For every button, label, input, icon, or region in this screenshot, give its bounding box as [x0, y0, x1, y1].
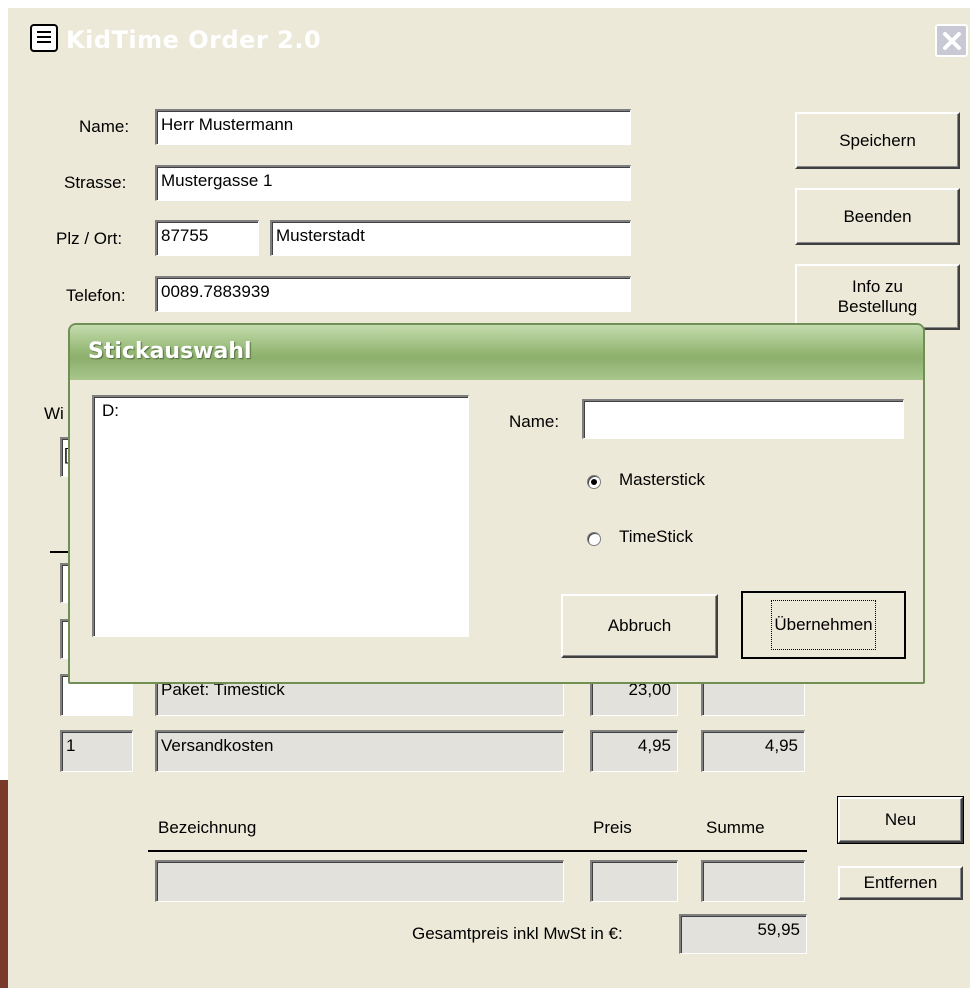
column-header-price: Preis	[593, 818, 632, 837]
masterstick-label[interactable]: Masterstick	[619, 470, 705, 490]
city-field[interactable]: Musterstadt	[270, 220, 631, 256]
plz-label: Plz / Ort:	[56, 229, 123, 248]
order-info-line1: Info zu	[851, 277, 904, 296]
phone-field[interactable]: 0089.7883939	[155, 276, 631, 312]
apply-focus-rect: Übernehmen	[771, 600, 876, 650]
hidden-label-fragment: Wi	[44, 404, 64, 423]
close-button[interactable]	[935, 24, 968, 57]
quit-button[interactable]: Beenden	[795, 188, 960, 245]
save-button[interactable]: Speichern	[795, 112, 960, 169]
order-row-price: 4,95	[590, 730, 678, 772]
order-row-sum: 4,95	[701, 730, 805, 772]
window-title: KidTime Order 2.0	[66, 26, 322, 54]
total-label: Gesamtpreis inkl MwSt in €:	[412, 924, 623, 943]
order-row-desc: Versandkosten	[155, 730, 564, 772]
order-row-qty: 1	[60, 730, 133, 772]
header-divider	[148, 850, 807, 852]
close-icon	[943, 32, 961, 50]
plz-field[interactable]: 87755	[155, 220, 259, 256]
column-header-description: Bezeichnung	[158, 818, 257, 837]
dialog-title-bar: Stickauswahl	[70, 325, 923, 380]
total-field: 59,95	[679, 914, 807, 954]
app-window-icon[interactable]	[30, 24, 58, 52]
street-field[interactable]: Mustergasse 1	[155, 165, 631, 201]
name-field[interactable]: Herr Mustermann	[155, 109, 631, 145]
new-button[interactable]: Neu	[837, 796, 964, 844]
radio-selected-dot	[591, 479, 597, 485]
stick-selection-dialog: Stickauswahl D: Name: Masterstick TimeSt…	[68, 323, 925, 684]
dialog-name-label: Name:	[509, 412, 560, 431]
timestick-label[interactable]: TimeStick	[619, 527, 693, 547]
hidden-divider	[50, 551, 70, 553]
dialog-title: Stickauswahl	[88, 339, 252, 364]
order-info-line2: Bestellung	[837, 297, 918, 316]
cancel-button[interactable]: Abbruch	[561, 594, 718, 658]
apply-label: Übernehmen	[774, 615, 873, 634]
apply-button[interactable]: Übernehmen	[741, 591, 906, 659]
remove-button[interactable]: Entfernen	[838, 866, 963, 900]
masterstick-radio[interactable]	[587, 475, 601, 489]
order-info-button[interactable]: Info zu Bestellung	[795, 264, 960, 330]
list-item[interactable]: D:	[102, 401, 468, 421]
dialog-name-field[interactable]	[582, 399, 904, 439]
phone-label: Telefon:	[66, 286, 126, 305]
column-header-sum: Summe	[706, 818, 765, 837]
new-desc-field[interactable]	[155, 860, 564, 902]
timestick-radio[interactable]	[587, 532, 601, 546]
street-label: Strasse:	[64, 173, 127, 192]
name-label: Name:	[79, 117, 130, 136]
title-bar: KidTime Order 2.0	[8, 8, 970, 74]
drive-listbox[interactable]: D:	[92, 395, 469, 637]
new-price-field[interactable]	[590, 860, 678, 902]
new-sum-field[interactable]	[701, 860, 805, 902]
background-edge-dark	[0, 780, 8, 988]
